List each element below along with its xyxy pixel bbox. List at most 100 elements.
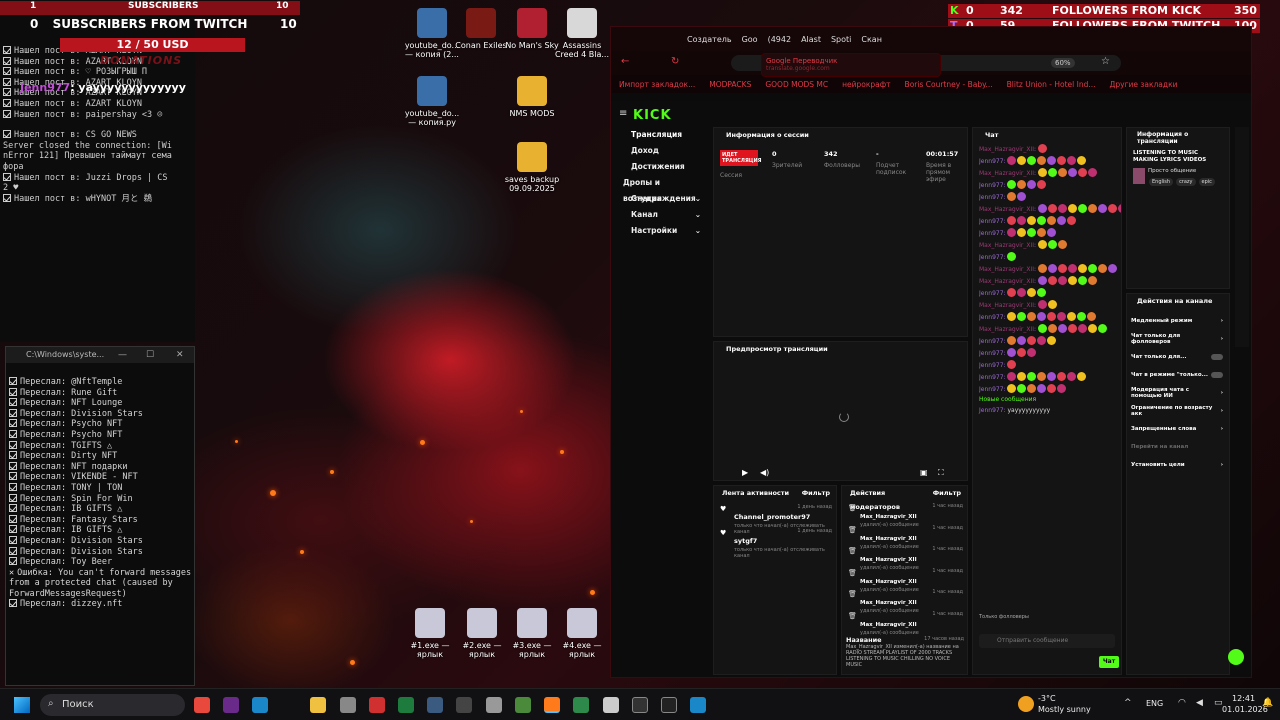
notepad-icon[interactable] — [573, 697, 589, 713]
browser-tab[interactable]: (4942 — [768, 35, 791, 44]
browser-tabs[interactable]: Создатель Goo (4942 Alast Spoti Скан — [611, 27, 1251, 51]
desktop-icon[interactable]: saves backup 09.09.2025 — [502, 142, 562, 193]
file-icon[interactable] — [603, 697, 619, 713]
clock-date[interactable]: 01.01.2026 — [1222, 705, 1268, 714]
browser-tab[interactable]: Скан — [861, 35, 882, 44]
right-tool-rail[interactable] — [1235, 127, 1249, 347]
volume-icon[interactable]: ◀) — [760, 468, 769, 477]
channel-action-item[interactable]: Установить цели › — [1131, 456, 1229, 474]
mod-action-item[interactable]: 🗑 Max_Hazragvir_XII 1 час назад удалил(-а) … — [842, 608, 967, 636]
mod-action-item[interactable]: 🗑 Max_Hazragvir_XII 1 час назад удалил(-а) … — [842, 586, 967, 614]
activity-item[interactable]: ♥ sytgf7 1 день назад только что начал(-а) … — [714, 524, 836, 559]
channel-action-item[interactable]: Медленный режим › — [1131, 312, 1229, 330]
notifications-icon[interactable]: 🔔 — [1262, 698, 1273, 708]
stream-tag[interactable]: crazy — [1176, 178, 1196, 186]
desktop-icon[interactable]: youtube_do... — копия.py — [402, 76, 462, 127]
chat-username[interactable]: Max_Hazragvir_XII — [979, 302, 1034, 309]
channel-action-item[interactable]: Перейти на канал — [1131, 438, 1229, 456]
stream-tag[interactable]: English — [1149, 178, 1174, 186]
chat-username[interactable]: Jenn977 — [979, 194, 1004, 201]
chat-username[interactable]: Jenn977 — [979, 314, 1004, 321]
wifi-icon[interactable]: ◠ — [1178, 698, 1186, 708]
help-icon[interactable] — [1228, 649, 1244, 665]
language-indicator[interactable]: ENG — [1146, 699, 1163, 708]
vscode-icon[interactable] — [252, 697, 268, 713]
console-window-2[interactable]: C:\Windows\syste... — ☐ ✕ Переслал: @Nft… — [5, 346, 195, 686]
bookmark-item[interactable]: GOOD MODS MC — [765, 80, 828, 89]
stream-tag[interactable]: epic — [1198, 178, 1215, 186]
images-icon[interactable] — [486, 697, 502, 713]
settings-icon[interactable] — [340, 697, 356, 713]
bookmark-item[interactable]: Boris Courtney - Baby... — [905, 80, 993, 89]
mod-action-item[interactable]: 🗑 Max_Hazragvir_XII 1 час назад удалил(-а) … — [842, 565, 967, 593]
activity-filter[interactable]: Фильтр — [802, 486, 830, 500]
browser-window[interactable]: Создатель Goo (4942 Alast Spoti Скан ← ↻ 60% … — [610, 26, 1252, 678]
chat-username[interactable]: Max_Hazragvir_XII — [979, 266, 1034, 273]
browser-tab[interactable]: Spoti — [831, 35, 851, 44]
bookmark-item[interactable]: нейрокрафт — [842, 80, 890, 89]
sidebar-item[interactable]: Доход — [611, 143, 711, 159]
weather-text[interactable]: Mostly sunny — [1038, 705, 1091, 714]
star-icon[interactable]: ☆ — [1101, 56, 1110, 67]
vscode2-icon[interactable] — [690, 697, 706, 713]
terminal-icon[interactable] — [632, 697, 648, 713]
browser-tab[interactable]: Создатель — [687, 35, 732, 44]
fullscreen-icon[interactable]: ⛶ — [938, 468, 944, 478]
desktop-icon[interactable]: NMS MODS — [502, 76, 562, 118]
chrome-icon[interactable] — [194, 697, 210, 713]
weather-temp[interactable]: -3°C — [1038, 694, 1056, 703]
firefox-icon[interactable] — [544, 697, 560, 713]
zoom-badge[interactable]: 60% — [1051, 58, 1075, 68]
taskbar-search[interactable]: ⌕ Поиск — [40, 694, 185, 716]
chat-username[interactable]: Jenn977 — [979, 386, 1004, 393]
channel-action-item[interactable]: Запрещенные слова › — [1131, 420, 1229, 438]
chat-username[interactable]: Max_Hazragvir_XII — [979, 170, 1034, 177]
maximize-icon[interactable]: ☐ — [146, 347, 154, 363]
browser-tab[interactable]: Alast — [801, 35, 821, 44]
channel-action-item[interactable]: Модерация чата с помощью ИИ › — [1131, 384, 1229, 402]
chat-username[interactable]: Jenn977 — [979, 158, 1004, 165]
app2-icon[interactable] — [456, 697, 472, 713]
chat-username[interactable]: Jenn977 — [979, 338, 1004, 345]
back-icon[interactable]: ← — [621, 56, 629, 67]
sidebar-item[interactable]: Настройки ⌄ — [611, 223, 711, 239]
app-icon[interactable] — [223, 697, 239, 713]
chat-username[interactable]: Jenn977 — [979, 350, 1004, 357]
chat-username[interactable]: Jenn977 — [979, 218, 1004, 225]
reload-icon[interactable]: ↻ — [671, 56, 679, 67]
sidebar-item[interactable]: Дропы и вознаграждения — [611, 175, 711, 203]
play-icon[interactable]: ▶ — [742, 468, 748, 477]
desktop-icon[interactable]: #1.exe — ярлык — [400, 608, 460, 659]
console-titlebar[interactable]: C:\Windows\syste... — ☐ ✕ — [6, 347, 194, 363]
kick-logo[interactable]: KICK — [633, 108, 672, 123]
minecraft-icon[interactable] — [515, 697, 531, 713]
browser-tab[interactable]: Goo — [742, 35, 758, 44]
mod-action-item[interactable]: 🗑 Max_Hazragvir_XII 1 час назад удалил(-а) … — [842, 500, 967, 528]
chat-username[interactable]: Max_Hazragvir_XII — [979, 206, 1034, 213]
chat-username[interactable]: Jenn977 — [979, 230, 1004, 237]
toggle-switch[interactable] — [1211, 354, 1223, 360]
chat-send-button[interactable]: Чат — [1099, 656, 1119, 668]
chat-username[interactable]: Max_Hazragvir_XII — [979, 242, 1034, 249]
desktop-icon[interactable]: #4.exe — ярлык — [552, 608, 612, 659]
chat-username[interactable]: Jenn977 — [979, 374, 1004, 381]
chat-username[interactable]: Jenn977 — [979, 362, 1004, 369]
excel-icon[interactable] — [398, 697, 414, 713]
folder-icon[interactable] — [310, 697, 326, 713]
toggle-switch[interactable] — [1211, 372, 1223, 378]
sidebar-item[interactable]: Канал ⌄ — [611, 207, 711, 223]
mod-action-item[interactable]: 🗑 Max_Hazragvir_XII 1 час назад удалил(-а) … — [842, 522, 967, 550]
pip-icon[interactable]: ▣ — [920, 468, 928, 477]
menu-icon[interactable]: ≡ — [619, 108, 627, 119]
sidebar-item[interactable]: Трансляция — [611, 127, 711, 143]
channel-action-item[interactable]: Чат только для фолловеров › — [1131, 330, 1229, 348]
sidebar-item[interactable]: Достижения — [611, 159, 711, 175]
new-messages-label[interactable]: Новые сообщения — [973, 396, 1121, 403]
desktop-icon[interactable]: Assassins Creed 4 Bla... — [552, 8, 612, 59]
activity-item[interactable]: ♥ Channel_promoter97 1 день назад только чт… — [714, 500, 836, 535]
windows-start-icon[interactable] — [14, 697, 30, 713]
volume-tray-icon[interactable]: ◀ — [1196, 698, 1203, 708]
youtube-icon[interactable] — [369, 697, 385, 713]
channel-action-item[interactable]: Ограничение по возрасту акк › — [1131, 402, 1229, 420]
tray-chevron-icon[interactable]: ^ — [1124, 698, 1132, 708]
